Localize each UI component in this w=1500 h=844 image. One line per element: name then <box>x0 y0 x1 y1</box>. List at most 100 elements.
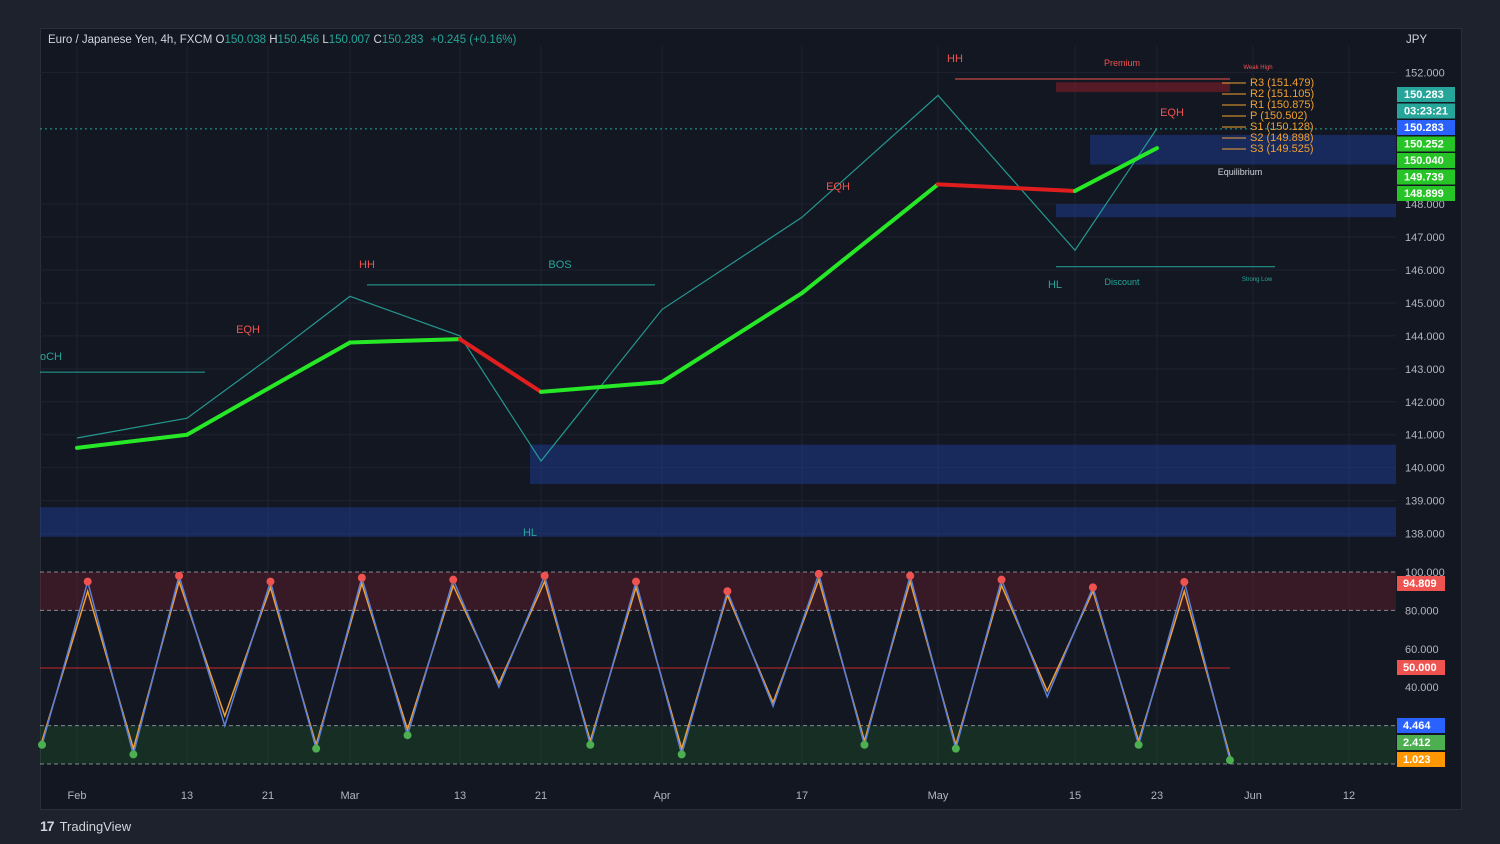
price-scale-badge-label: 148.899 <box>1404 188 1444 200</box>
price-scale-badge-label: 150.252 <box>1404 139 1444 151</box>
stoch-signal-dot <box>1226 756 1234 765</box>
stoch-signal-dot <box>83 577 92 586</box>
time-axis-tick: 23 <box>1151 790 1163 802</box>
price-scale-badge-label: 149.739 <box>1404 172 1444 184</box>
time-axis-tick: 13 <box>454 790 466 802</box>
stoch-signal-dot <box>997 575 1006 584</box>
price-axis-tick: 138.000 <box>1405 529 1445 541</box>
stoch-signal-dot <box>632 577 640 586</box>
high-label: H <box>269 34 278 46</box>
stoch-signal-dot <box>677 750 686 759</box>
annotation-label: HL <box>1048 279 1062 291</box>
annotation-label: EQH <box>826 181 850 193</box>
stoch-signal-dot <box>951 744 960 753</box>
annotation-label: Strong Low <box>1242 277 1273 283</box>
tradingview-logo-icon: 17 <box>40 818 55 834</box>
stoch-signal-dot <box>1180 577 1189 586</box>
annotation-label: oCH <box>40 351 62 363</box>
footer-brand[interactable]: 17 TradingView <box>40 818 131 834</box>
time-axis-tick: Jun <box>1244 790 1262 802</box>
oversold-band <box>40 725 1396 764</box>
stoch-signal-dot <box>129 750 138 759</box>
price-axis-tick: 139.000 <box>1405 496 1445 508</box>
annotation-label: HH <box>947 53 963 65</box>
price-scale-badge-label: 150.283 <box>1404 122 1444 134</box>
stoch-signal-dot <box>860 740 869 749</box>
stoch-signal-dot <box>586 740 595 749</box>
osc-scale-badge-label: 1.023 <box>1403 754 1431 766</box>
ma-segment <box>348 337 462 345</box>
price-scale-badge-label: 150.040 <box>1404 155 1444 167</box>
time-axis-tick: Feb <box>68 790 87 802</box>
ma-segment <box>539 380 664 394</box>
stoch-signal-dot <box>540 571 549 580</box>
time-axis-tick: 12 <box>1343 790 1355 802</box>
stoch-signal-dot <box>312 744 321 753</box>
stoch-signal-dot <box>1088 583 1097 592</box>
time-axis-tick: 21 <box>262 790 274 802</box>
annotation-label: EQH <box>236 324 260 336</box>
price-axis-tick: 142.000 <box>1405 397 1445 409</box>
time-axis-tick: Mar <box>341 790 360 802</box>
price-axis-tick: 143.000 <box>1405 364 1445 376</box>
time-axis-tick: 17 <box>796 790 808 802</box>
price-scale-badge-label: 150.283 <box>1404 89 1444 101</box>
symbol-header: Euro / Japanese Yen, 4h, FXCM O150.038 H… <box>48 34 516 46</box>
demand-zone-lower <box>40 507 1396 537</box>
annotation-label: BOS <box>548 259 571 271</box>
osc-scale-badge-label: 4.464 <box>1403 720 1431 732</box>
chart-canvas[interactable]: HH HH EQH EQH EQH BOS HL HL oCH Premium Discount Eq… <box>0 0 1500 844</box>
price-axis-tick: 141.000 <box>1405 430 1445 442</box>
price-axis-tick: 152.000 <box>1405 67 1445 79</box>
price-axis-tick: 145.000 <box>1405 298 1445 310</box>
high-value: 150.456 <box>277 34 320 46</box>
stoch-signal-dot <box>1134 740 1143 749</box>
annotation-label: Premium <box>1104 58 1140 68</box>
stoch-signal-dot <box>403 731 412 740</box>
ma-segment <box>936 182 1077 193</box>
brand-label: TradingView <box>59 818 132 834</box>
ma-segment <box>75 432 189 450</box>
price-axis-tick: 140.000 <box>1405 463 1445 475</box>
close-label: C <box>373 34 382 46</box>
change-value: +0.245 (+0.16%) <box>430 34 517 46</box>
close-value: 150.283 <box>381 34 424 46</box>
ma-segment <box>458 337 543 394</box>
demand-zone-mid <box>530 444 1396 485</box>
stoch-signal-dot <box>814 569 823 578</box>
annotation-label: HH <box>359 259 375 271</box>
overbought-band <box>40 572 1396 611</box>
osc-scale-badge-label: 50.000 <box>1403 662 1437 674</box>
annotation-label: Discount <box>1104 277 1140 287</box>
annotation-label: EQH <box>1160 107 1184 119</box>
osc-scale-badge-label: 94.809 <box>1403 578 1437 590</box>
time-axis-tick: 13 <box>181 790 193 802</box>
stoch-signal-dot <box>449 575 458 584</box>
stoch-signal-dot <box>906 571 915 580</box>
osc-axis-tick: 80.000 <box>1405 605 1439 617</box>
time-axis-tick: 21 <box>535 790 547 802</box>
currency-label[interactable]: JPY <box>1406 34 1427 46</box>
pivot-label: S3 (149.525) <box>1250 143 1314 155</box>
stoch-signal-dot <box>175 571 184 580</box>
stoch-signal-dot <box>723 587 732 596</box>
osc-axis-tick: 40.000 <box>1405 682 1439 694</box>
price-axis-tick: 144.000 <box>1405 331 1445 343</box>
osc-scale-badge-label: 2.412 <box>1403 737 1431 749</box>
ma-segment <box>800 182 940 296</box>
annotation-label: HL <box>523 527 537 539</box>
osc-axis-tick: 60.000 <box>1405 644 1439 656</box>
time-axis-tick: 15 <box>1069 790 1081 802</box>
time-axis-tick: May <box>928 790 949 802</box>
open-value: 150.038 <box>224 34 267 46</box>
stoch-signal-dot <box>266 577 275 586</box>
stoch-signal-dot <box>357 573 366 582</box>
price-axis-tick: 146.000 <box>1405 265 1445 277</box>
ma-segment <box>185 386 270 437</box>
annotation-label: Weak High <box>1243 65 1272 71</box>
demand-zone-upper <box>1056 204 1396 218</box>
stoch-signal-dot <box>38 740 46 749</box>
low-value: 150.007 <box>328 34 371 46</box>
annotation-label: Equilibrium <box>1218 167 1263 177</box>
time-axis-tick: Apr <box>653 790 670 802</box>
